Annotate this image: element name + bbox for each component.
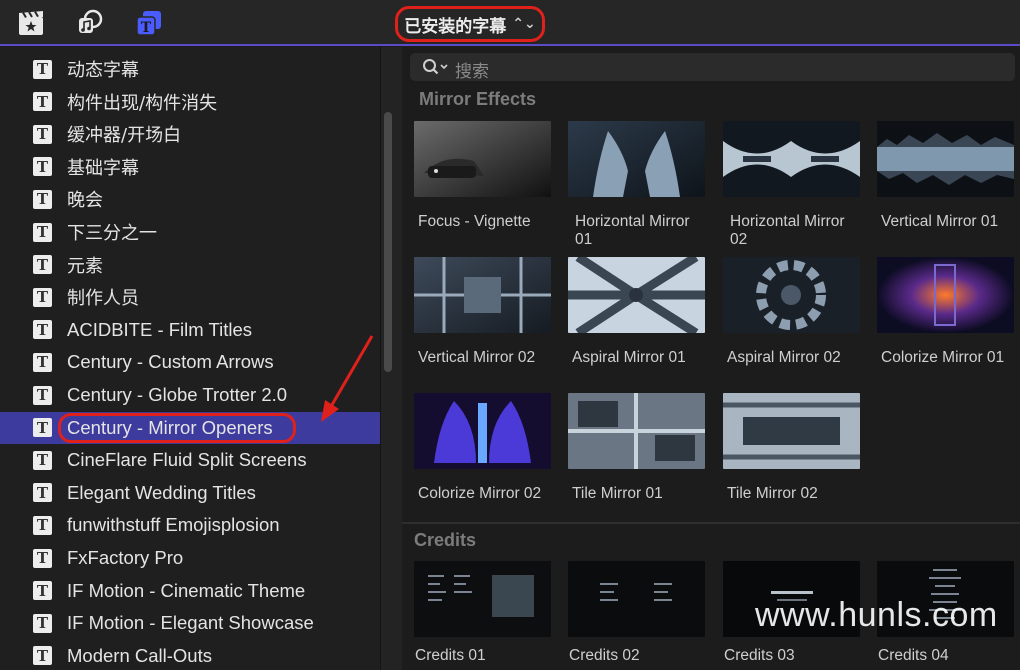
title-t-icon: T xyxy=(33,450,52,470)
sidebar-scrollbar[interactable] xyxy=(384,112,392,372)
sidebar-item[interactable]: T IF Motion - Cinematic Theme xyxy=(0,575,380,607)
sidebar-item[interactable]: T 基础字幕 xyxy=(0,151,380,183)
sidebar-item-label: ACIDBITE - Film Titles xyxy=(67,318,253,340)
title-thumbnail[interactable] xyxy=(877,257,1014,333)
title-t-icon: T xyxy=(33,157,52,177)
title-t-icon: T xyxy=(33,92,52,112)
sidebar-item[interactable]: T Elegant Wedding Titles xyxy=(0,477,380,509)
thumbnail-caption: Colorize Mirror 01 xyxy=(881,349,1005,366)
title-thumbnail[interactable] xyxy=(568,561,705,637)
sidebar-item[interactable]: T Modern Call-Outs xyxy=(0,640,380,670)
toolbar: T 已安装的字幕 ⌃⌄ xyxy=(0,0,1020,46)
title-t-icon: T xyxy=(33,548,52,568)
thumbnail-caption: Horizontal Mirror 01 xyxy=(575,213,690,248)
thumbnail-caption: Aspiral Mirror 01 xyxy=(572,349,686,366)
search-placeholder: 搜索 xyxy=(455,62,489,82)
sidebar-item[interactable]: T 动态字幕 xyxy=(0,53,380,85)
title-thumbnail[interactable] xyxy=(568,257,705,333)
section-title-mirror-effects: Mirror Effects xyxy=(419,89,537,109)
title-t-icon: T xyxy=(33,255,52,275)
updown-chevron-icon: ⌃⌄ xyxy=(512,16,536,32)
red-arrow-annotation xyxy=(321,335,374,422)
thumbnail-caption: Focus - Vignette xyxy=(418,213,531,230)
sidebar-item-label: 动态字幕 xyxy=(67,60,139,81)
title-t-icon: T xyxy=(33,646,52,666)
sidebar-item[interactable]: T 构件出现/构件消失 xyxy=(0,86,380,118)
clapper-star-icon[interactable] xyxy=(17,9,45,37)
sidebar-item[interactable]: T CineFlare Fluid Split Screens xyxy=(0,444,380,476)
sidebar-item-label: 晚会 xyxy=(67,190,103,212)
titles-browser: 搜索 Mirror Effects Credits Focus - Vignet… xyxy=(402,47,1020,670)
search-icon[interactable] xyxy=(422,58,450,76)
title-t-icon: T xyxy=(33,385,52,405)
sidebar-item-label: 下三分之一 xyxy=(67,223,157,244)
title-thumbnail[interactable] xyxy=(414,393,551,469)
sidebar-item-label: 基础字幕 xyxy=(67,157,139,179)
title-thumbnail[interactable] xyxy=(414,121,551,197)
title-thumbnail[interactable] xyxy=(414,257,551,333)
sidebar-item[interactable]: T 缓冲器/开场白 xyxy=(0,118,380,150)
title-thumbnail[interactable] xyxy=(723,257,860,333)
thumbnail-caption: Horizontal Mirror 02 xyxy=(730,213,845,248)
title-t-icon: T xyxy=(33,222,52,242)
titles-source-selector[interactable]: 已安装的字幕 ⌃⌄ xyxy=(395,6,545,42)
thumbnail-caption: Tile Mirror 02 xyxy=(727,485,818,502)
sidebar-item-label: IF Motion - Cinematic Theme xyxy=(67,579,306,601)
title-t-icon: T xyxy=(33,418,52,438)
search-field[interactable]: 搜索 xyxy=(410,53,1015,82)
sidebar-item-label: IF Motion - Elegant Showcase xyxy=(67,612,314,634)
thumbnail-caption: Credits 02 xyxy=(569,647,640,664)
sidebar-item[interactable]: T 晚会 xyxy=(0,183,380,215)
red-highlight-box xyxy=(58,412,296,443)
title-thumbnail[interactable] xyxy=(414,561,551,637)
selector-label: 已安装的字幕 xyxy=(404,16,507,37)
title-thumbnail[interactable] xyxy=(568,121,705,197)
sidebar-item-label: 制作人员 xyxy=(67,288,139,310)
sidebar-item[interactable]: Tfunwithstuff Emojisplosion xyxy=(0,509,380,541)
thumbnail-caption: Credits 04 xyxy=(878,647,949,664)
sidebar-item-label: Century - Custom Arrows xyxy=(67,351,274,373)
sidebar-item-label: Modern Call-Outs xyxy=(67,644,212,666)
sidebar-item-label: 构件出现/构件消失 xyxy=(67,92,218,114)
title-t-icon: T xyxy=(33,287,52,307)
thumbnail-caption: Vertical Mirror 01 xyxy=(881,213,999,230)
thumbnail-caption: Credits 01 xyxy=(415,647,486,664)
thumbnail-caption: Colorize Mirror 02 xyxy=(418,485,542,502)
sidebar-item-label: CineFlare Fluid Split Screens xyxy=(67,449,307,471)
thumbnail-caption: Credits 03 xyxy=(724,647,795,664)
section-title-credits: Credits xyxy=(414,530,477,550)
svg-text:T: T xyxy=(141,20,152,36)
sidebar-item-label: FxFactory Pro xyxy=(67,547,184,568)
title-t-icon: T xyxy=(33,59,52,79)
sidebar-item[interactable]: T 下三分之一 xyxy=(0,216,380,248)
sidebar-item-label: Elegant Wedding Titles xyxy=(67,481,256,503)
title-t-icon: T xyxy=(33,581,52,601)
title-t-icon: T xyxy=(33,613,52,633)
title-thumbnail[interactable] xyxy=(723,121,860,197)
sidebar-item[interactable]: T 制作人员 xyxy=(0,281,380,313)
title-thumbnail[interactable] xyxy=(568,393,705,469)
watermark: www.hunls.com xyxy=(755,596,998,634)
title-thumbnail[interactable] xyxy=(723,393,860,469)
sidebar-item-label: Century - Globe Trotter 2.0 xyxy=(67,384,288,405)
thumbnail-caption: Aspiral Mirror 02 xyxy=(727,349,841,366)
title-t-icon: T xyxy=(33,124,52,144)
title-t-icon: T xyxy=(33,352,52,372)
title-thumbnail[interactable] xyxy=(877,121,1014,197)
title-t-icon: T xyxy=(33,189,52,209)
title-t-icon: T xyxy=(33,515,52,535)
thumbnail-caption: Vertical Mirror 02 xyxy=(418,349,536,366)
sidebar-item-label: funwithstuff Emojisplosion xyxy=(67,514,280,536)
sidebar-item[interactable]: T 元素 xyxy=(0,249,380,281)
titles-icon[interactable]: T xyxy=(135,9,163,37)
section-separator xyxy=(402,522,1020,524)
sidebar-item[interactable]: T FxFactory Pro xyxy=(0,542,380,574)
title-t-icon: T xyxy=(33,483,52,503)
sidebar-item-label: 元素 xyxy=(67,255,103,277)
thumbnail-caption: Tile Mirror 01 xyxy=(572,485,663,502)
sidebar-item[interactable]: T IF Motion - Elegant Showcase xyxy=(0,607,380,639)
sidebar-item-label: 缓冲器/开场白 xyxy=(67,125,182,147)
title-t-icon: T xyxy=(33,320,52,340)
music-photo-icon[interactable] xyxy=(76,9,104,37)
